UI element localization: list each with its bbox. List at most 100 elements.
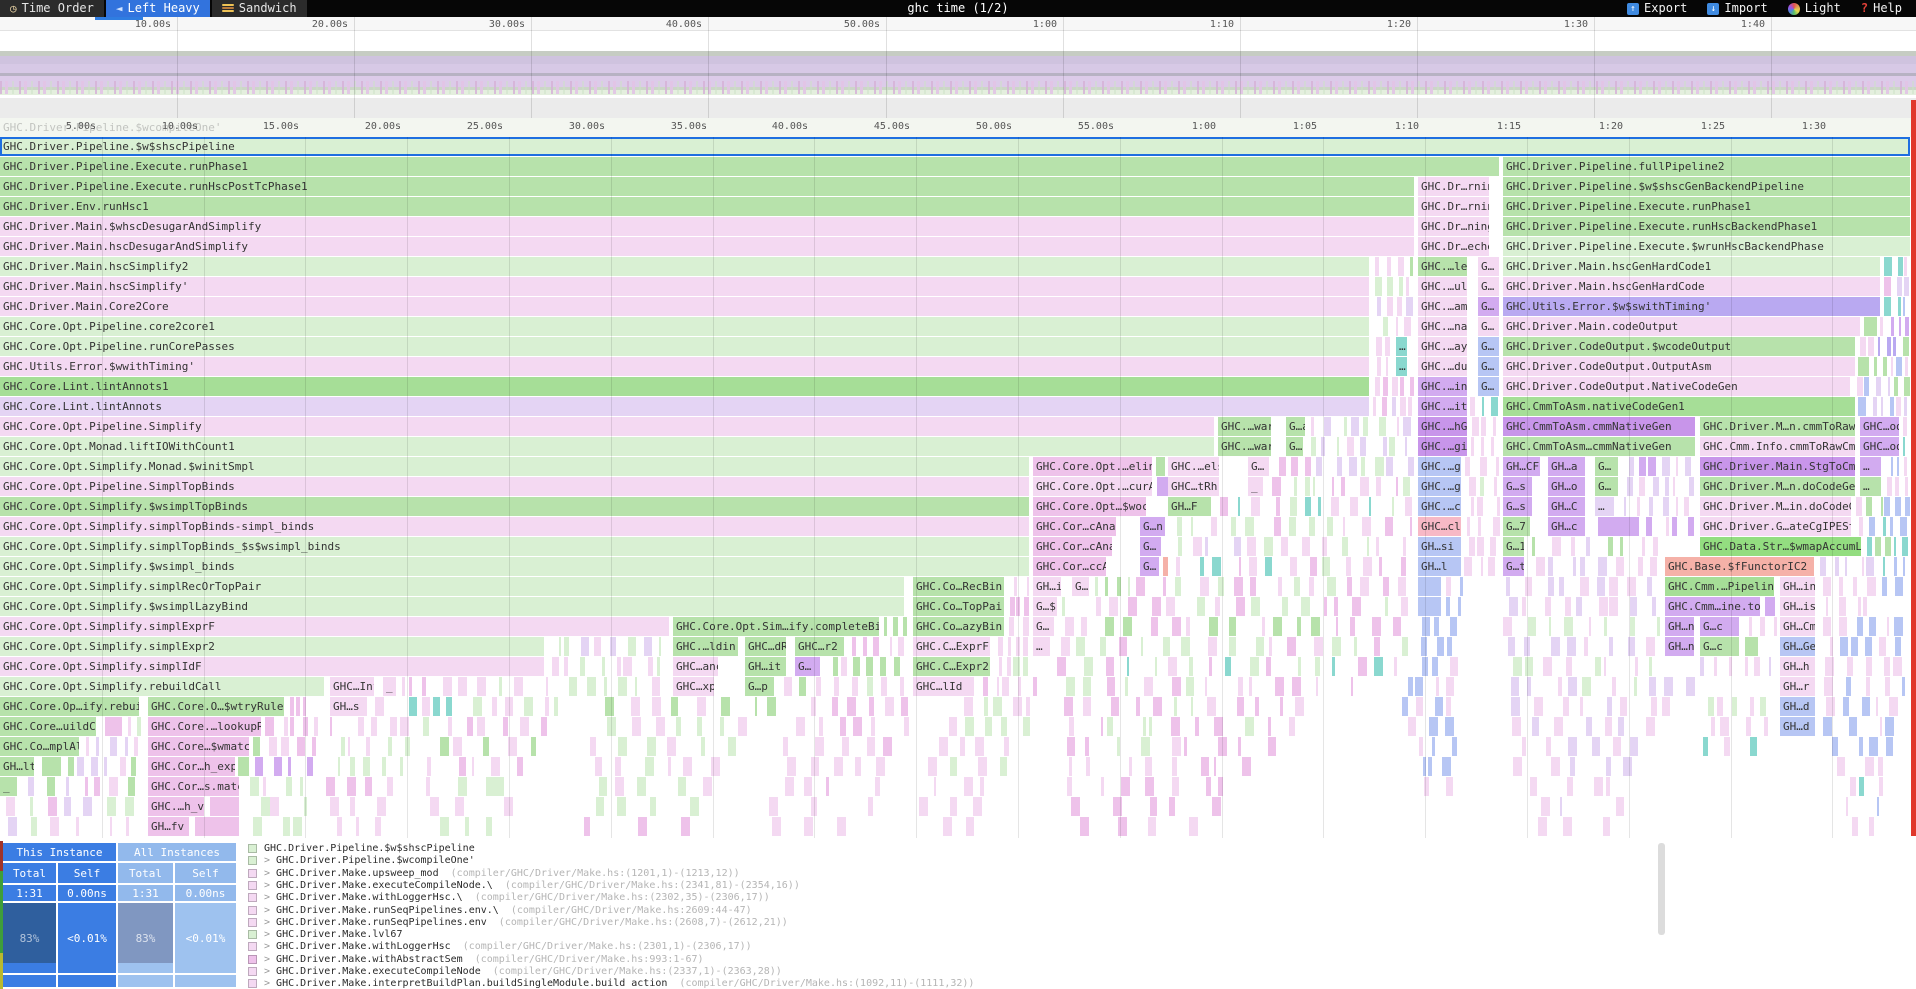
flame-frame-sliver[interactable] [1111,697,1119,716]
flame-frame-sliver[interactable] [1136,577,1145,596]
flame-frame-sliver[interactable] [347,777,356,796]
flame-frame-sliver[interactable] [852,677,859,696]
flame-frame[interactable]: GHC.Data.Str…$wmapAccumL [1700,537,1861,556]
flame-frame[interactable] [1156,457,1165,476]
flame-frame-sliver[interactable] [1351,417,1359,436]
flame-frame-sliver[interactable] [1649,497,1654,516]
flame-frame-sliver[interactable] [1532,537,1535,556]
flame-frame[interactable]: GHC.Driver.Pipeline.$w$shscGenBackendPip… [1503,177,1910,196]
flame-frame-sliver[interactable] [281,737,289,756]
flame-frame-sliver[interactable] [1400,377,1404,396]
flame-frame-sliver[interactable] [1197,597,1205,616]
flame-frame-sliver[interactable] [1086,757,1090,776]
flame-frame[interactable]: GHC.Utils.Error.$w$swithTiming' [1503,297,1880,316]
flame-frame-sliver[interactable] [1141,637,1143,656]
flame-frame[interactable]: G…t [1503,557,1524,576]
flame-frame-sliver[interactable] [1888,377,1891,396]
tab-sandwich[interactable]: Sandwich [212,0,307,17]
flame-frame-sliver[interactable] [1472,417,1479,436]
flame-frame-sliver[interactable] [863,637,867,656]
flame-frame-sliver[interactable] [1281,537,1289,556]
flame-frame-sliver[interactable] [1024,597,1029,616]
flame-frame-sliver[interactable] [796,717,805,736]
flame-frame-sliver[interactable] [1334,597,1337,616]
flame-frame[interactable]: GHC.…els [1168,457,1219,476]
flame-frame-sliver[interactable] [1066,677,1075,696]
flame-frame-sliver[interactable] [1401,557,1407,576]
flame-frame-sliver[interactable] [1853,577,1857,596]
flame-frame-sliver[interactable] [1069,757,1072,776]
flame-frame-sliver[interactable] [869,697,874,716]
flame-frame-sliver[interactable] [1105,617,1114,636]
flame-frame-sliver[interactable] [1823,577,1831,596]
flame-frame-sliver[interactable] [1375,277,1382,296]
flame-frame-sliver[interactable] [1657,617,1660,636]
flame-frame-sliver[interactable] [965,717,974,736]
flame-frame-sliver[interactable] [524,697,533,716]
flame-frame-sliver[interactable] [1496,457,1499,476]
flame-frame-sliver[interactable] [1866,657,1872,676]
flame-frame-sliver[interactable] [1152,597,1161,616]
flame-frame[interactable]: GHC.Core.Opt.Monad.liftIOWithCount1 [0,437,1214,456]
flame-frame-sliver[interactable] [1638,557,1643,576]
flame-frame[interactable]: GHC.Core.Opt.Simplify.simplTopBinds-simp… [0,517,1029,536]
flame-frame-sliver[interactable] [1867,577,1875,596]
flame-frame-sliver[interactable] [1337,437,1340,456]
flame-frame-sliver[interactable] [303,717,309,736]
flame-frame-sliver[interactable] [815,737,824,756]
flame-frame-sliver[interactable] [1256,637,1265,656]
flame-frame-sliver[interactable] [1573,557,1576,576]
flame-frame-sliver[interactable] [1589,617,1591,636]
flame-frame-sliver[interactable] [883,737,892,756]
flame-frame-sliver[interactable] [433,697,440,716]
flame-frame-sliver[interactable] [1349,457,1357,476]
flame-frame-sliver[interactable] [1249,677,1252,696]
flame-frame-sliver[interactable] [8,817,17,836]
flame-frame-sliver[interactable] [984,697,988,716]
flame-frame-sliver[interactable] [1294,477,1298,496]
flame-frame-sliver[interactable] [769,797,778,816]
help-button[interactable]: ? Help [1853,0,1910,17]
flame-frame-sliver[interactable] [1214,757,1217,776]
flame-frame-sliver[interactable] [1513,757,1522,776]
flame-frame-sliver[interactable] [657,657,659,676]
flame-frame-sliver[interactable] [1865,757,1874,776]
flame-frame-sliver[interactable] [300,777,303,796]
flame-frame[interactable]: … [1396,337,1407,356]
flame-frame-sliver[interactable] [590,737,596,756]
flame-frame-sliver[interactable] [647,737,656,756]
flame-frame[interactable]: GHC.Driver.Pipeline.Execute.$wrunHscBack… [1503,237,1910,256]
flame-frame[interactable] [105,717,122,736]
flame-frame-sliver[interactable] [1085,737,1089,756]
flame-frame-sliver[interactable] [1363,417,1368,436]
flame-frame[interactable]: GHC.Core.Opt…$woccAnalBin [1033,497,1146,516]
flame-frame-sliver[interactable] [1145,757,1152,776]
flame-frame[interactable]: GHC.Dr…echec [1418,237,1489,256]
flame-frame-sliver[interactable] [1447,637,1452,656]
flame-frame-sliver[interactable] [1882,577,1887,596]
flame-frame-sliver[interactable] [1360,437,1366,456]
flame-frame[interactable]: GHC.Driver.Main.hscSimplify2 [0,257,1369,276]
flame-frame-sliver[interactable] [1373,397,1376,416]
flame-frame-sliver[interactable] [885,697,894,716]
flame-frame-sliver[interactable] [1857,377,1863,396]
flame-frame-sliver[interactable] [1881,497,1883,516]
flame-frame-sliver[interactable] [993,697,1002,716]
flame-frame-sliver[interactable] [1399,277,1403,296]
flame-frame-sliver[interactable] [1402,697,1408,716]
flame-frame-sliver[interactable] [465,817,469,836]
flame-frame-sliver[interactable] [1582,677,1591,696]
flame-frame[interactable] [1765,597,1775,616]
flame-frame-sliver[interactable] [1604,617,1608,636]
flame-frame-sliver[interactable] [610,637,616,656]
flame-frame[interactable]: GHC…cl [1418,517,1461,536]
flame-frame-sliver[interactable] [371,717,377,736]
flame-frame-sliver[interactable] [250,777,259,796]
flame-frame-sliver[interactable] [365,777,372,796]
flame-frame-sliver[interactable] [1894,617,1903,636]
flame-frame-sliver[interactable] [1403,477,1411,496]
flame-frame-sliver[interactable] [387,777,393,796]
flame-frame-sliver[interactable] [382,757,387,776]
flame-frame[interactable]: GH…in [1780,577,1815,596]
flame-frame[interactable]: G… [1478,317,1499,336]
